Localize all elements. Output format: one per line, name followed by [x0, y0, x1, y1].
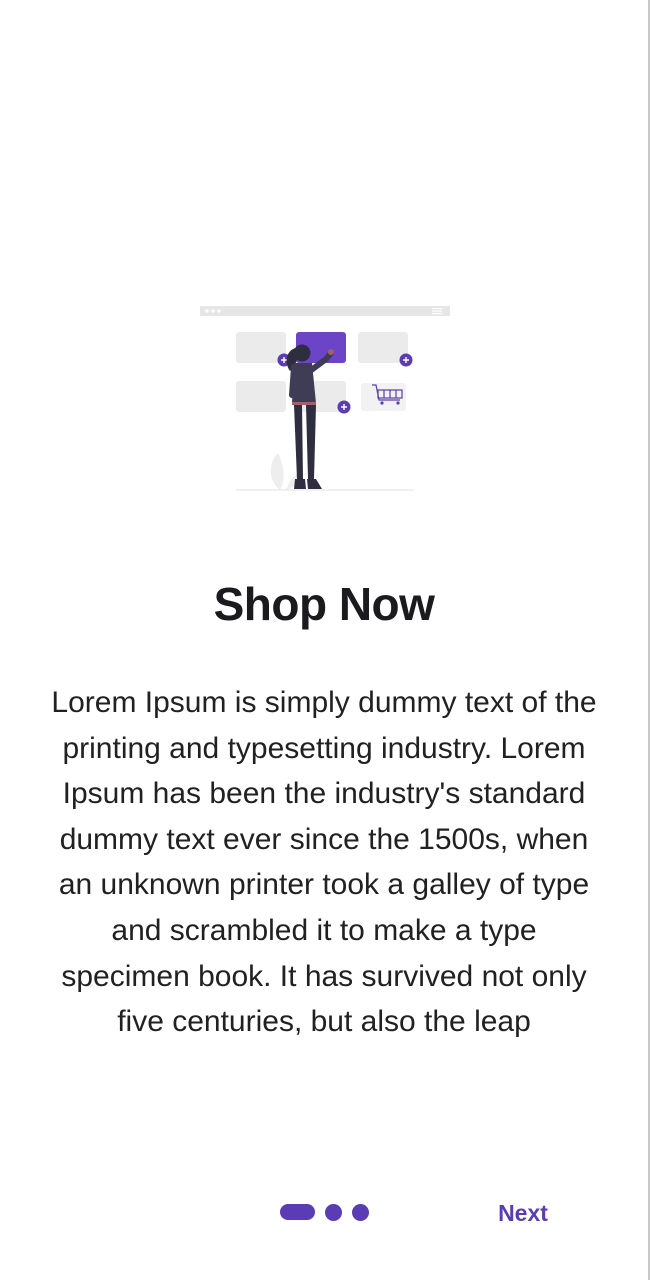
next-button[interactable]: Next	[478, 1192, 568, 1234]
onboarding-title: Shop Now	[213, 578, 435, 630]
page-indicator-dot	[325, 1203, 342, 1221]
description-scroll-area[interactable]: Lorem Ipsum is simply dummy text of the …	[50, 680, 598, 1077]
page-indicator-dot	[352, 1203, 369, 1221]
shopping-woman-illustration	[200, 306, 450, 491]
onboarding-description: Lorem Ipsum is simply dummy text of the …	[51, 686, 597, 1039]
page-indicator	[280, 1203, 379, 1221]
page-indicator-dot-active	[280, 1204, 315, 1220]
